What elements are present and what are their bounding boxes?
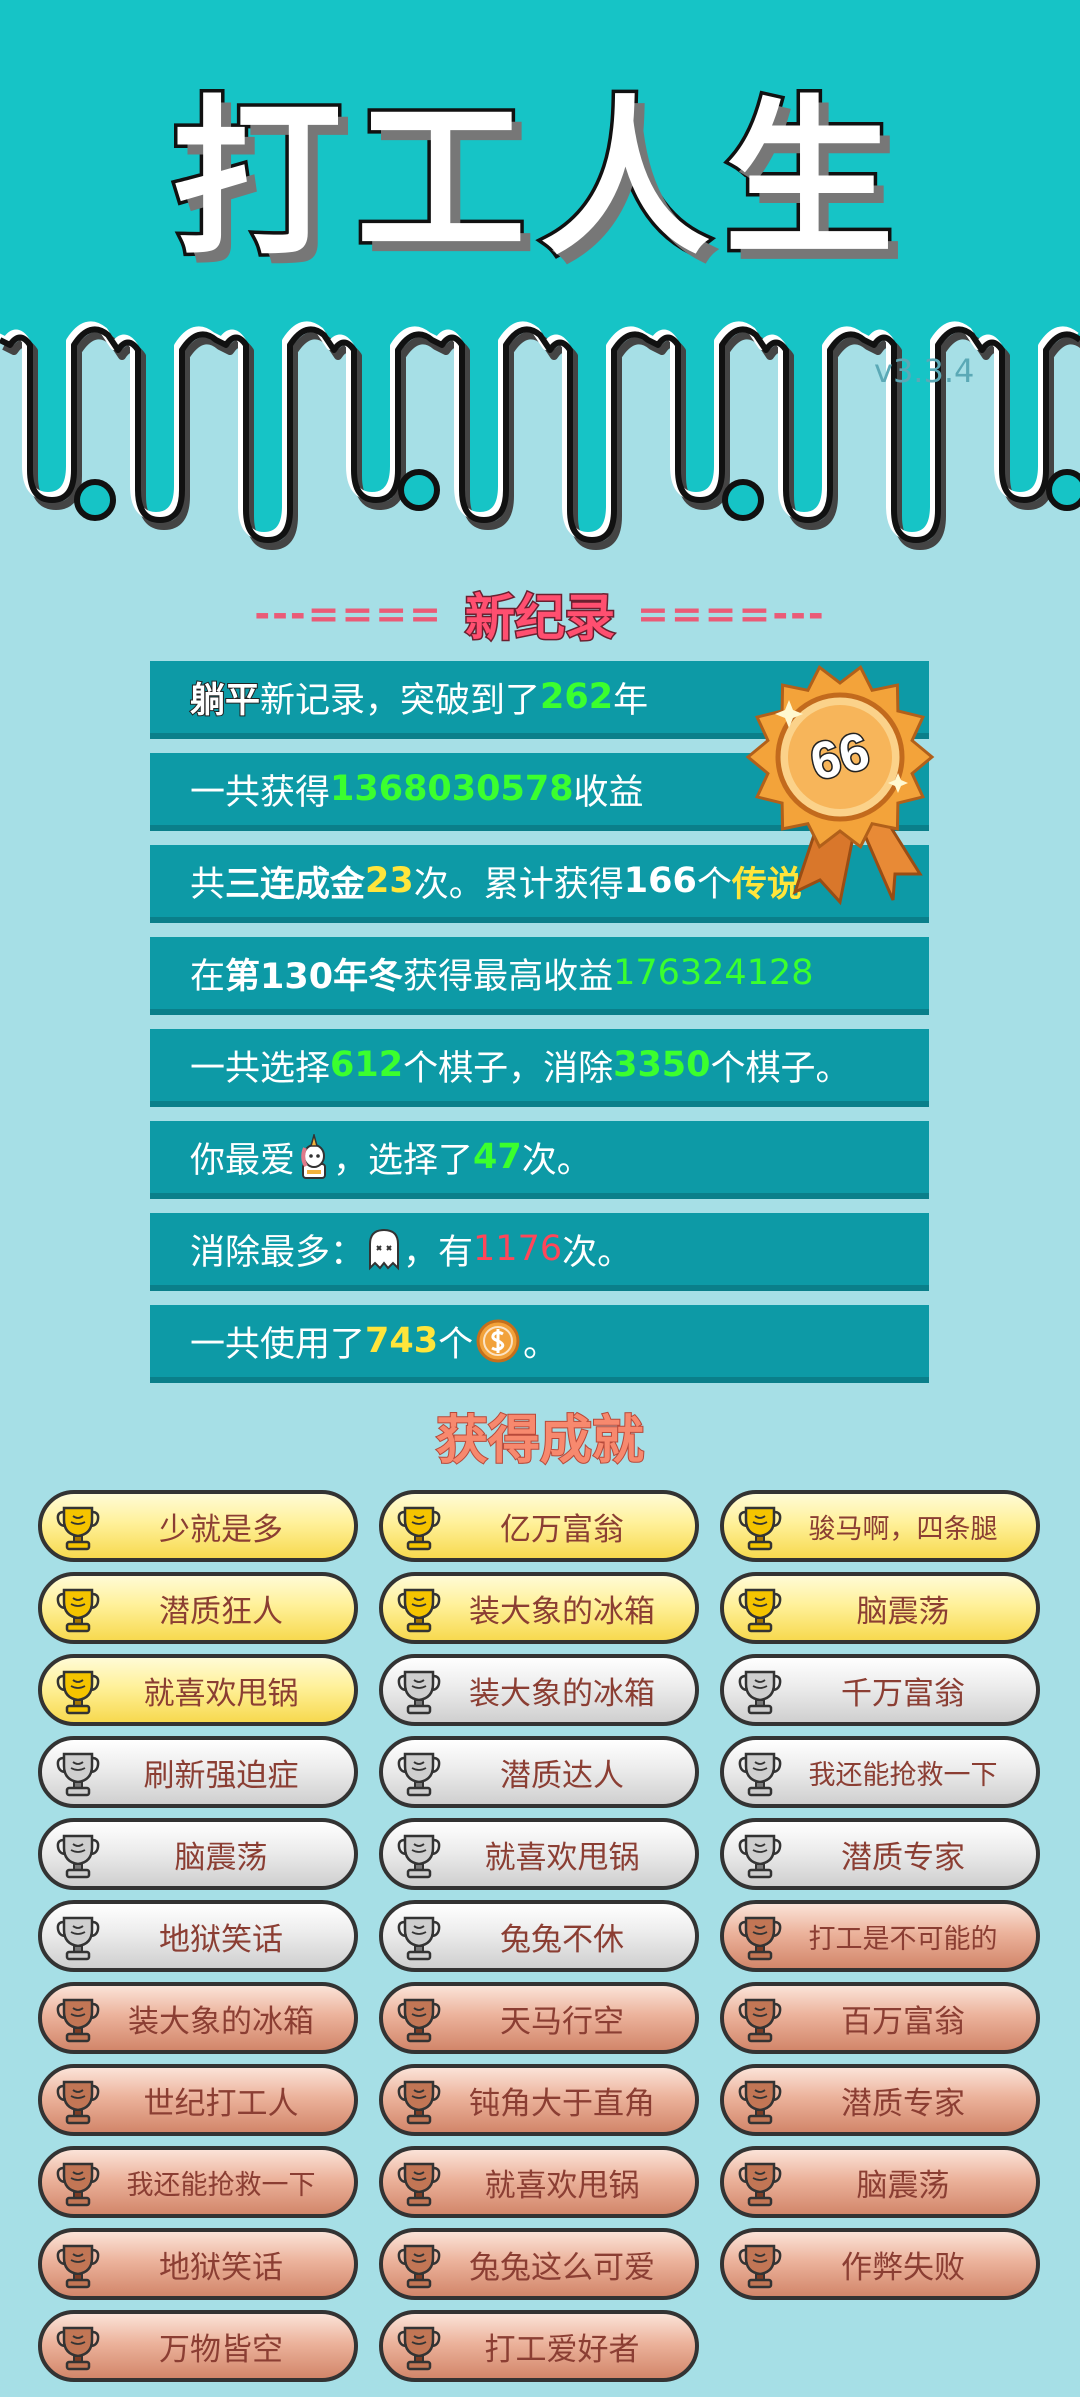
trophy-icon xyxy=(56,1916,100,1961)
trophy-icon xyxy=(738,1670,782,1715)
achievement-badge[interactable]: 刷新强迫症 xyxy=(38,1736,358,1808)
best-income-value: 176324128 xyxy=(613,953,814,993)
achievement-badge[interactable]: 我还能抢救一下 xyxy=(38,2146,358,2218)
achievement-badge[interactable]: 地狱笑话 xyxy=(38,2228,358,2300)
trophy-icon xyxy=(397,2244,441,2289)
trophy-icon xyxy=(56,2080,100,2125)
trophy-icon xyxy=(397,2080,441,2125)
trophy-icon xyxy=(397,2162,441,2207)
achievement-badge[interactable]: 就喜欢甩锅 xyxy=(379,2146,699,2218)
trophy-icon xyxy=(738,2162,782,2207)
trophy-icon xyxy=(56,1670,100,1715)
stat-row-coins-used: 一共使用了 743 个 。 xyxy=(150,1305,929,1383)
trophy-icon xyxy=(738,1834,782,1879)
ghost-icon xyxy=(369,1228,400,1271)
trophy-icon xyxy=(738,1506,782,1551)
coins-used-value: 743 xyxy=(365,1321,439,1361)
stat-row-pieces: 一共选择 612 个棋子，消除 3350 个棋子。 xyxy=(150,1029,929,1107)
trophy-icon xyxy=(738,2080,782,2125)
trophy-icon xyxy=(397,1506,441,1551)
trophy-icon xyxy=(397,1998,441,2043)
stat-row-favorite: 你最爱 ，选择了 47 次。 xyxy=(150,1121,929,1199)
achievement-badge[interactable]: 万物皆空 xyxy=(38,2310,358,2382)
drip-dot xyxy=(74,479,116,521)
achievement-badge[interactable]: 地狱笑话 xyxy=(38,1900,358,1972)
favorite-count-value: 47 xyxy=(473,1137,522,1177)
achievement-badge[interactable]: 脑震荡 xyxy=(38,1818,358,1890)
achievement-badge[interactable]: 打工爱好者 xyxy=(379,2310,699,2382)
version-label: v3.3.4 xyxy=(874,352,975,390)
mode-tag: 躺平 xyxy=(189,680,261,722)
achievement-badge[interactable]: 脑震荡 xyxy=(720,1572,1040,1644)
trophy-icon xyxy=(397,1588,441,1633)
game-title: 打工人生 xyxy=(168,81,908,279)
achievement-badge[interactable]: 脑震荡 xyxy=(720,2146,1040,2218)
trophy-icon xyxy=(738,1752,782,1797)
combo-count-value: 23 xyxy=(365,861,414,901)
drip-dot xyxy=(398,469,440,511)
coin-icon xyxy=(476,1319,520,1363)
achievement-badge[interactable]: 潜质专家 xyxy=(720,2064,1040,2136)
trophy-icon xyxy=(397,1752,441,1797)
trophy-icon xyxy=(397,1834,441,1879)
trophy-icon xyxy=(56,1506,100,1551)
achievement-badge[interactable]: 潜质专家 xyxy=(720,1818,1040,1890)
trophy-icon xyxy=(738,1916,782,1961)
drip-dot xyxy=(1046,469,1080,511)
banner-title: 新纪录 xyxy=(464,588,617,649)
stat-row-best-season: 在 第130年冬 获得最高收益 176324128 xyxy=(150,937,929,1015)
unicorn-icon xyxy=(301,1134,327,1179)
achievement-badge[interactable]: 装大象的冰箱 xyxy=(379,1572,699,1644)
trophy-icon xyxy=(56,2244,100,2289)
achievement-badge[interactable]: 潜质狂人 xyxy=(38,1572,358,1644)
best-season-value: 第130年冬 xyxy=(225,956,404,997)
achievement-badge[interactable]: 装大象的冰箱 xyxy=(38,1982,358,2054)
medal-icon: 66 xyxy=(745,665,935,906)
header-area: 打工人生 v3.3.4 xyxy=(0,0,1080,600)
trophy-icon xyxy=(397,1916,441,1961)
banner-left-dashes: ---==== xyxy=(254,592,443,636)
trophy-icon xyxy=(397,2326,441,2371)
achievements-grid: 少就是多 亿万富翁 骏马啊，四条腿 潜质狂人 装大象的冰箱 脑震荡 就喜欢甩锅 装大象的冰箱千… xyxy=(38,1490,1042,2392)
total-income-value: 1368030578 xyxy=(330,769,574,809)
new-record-banner: ---==== 新纪录 ====--- xyxy=(0,578,1080,650)
achievement-badge[interactable]: 钝角大于直角 xyxy=(379,2064,699,2136)
trophy-icon xyxy=(56,1834,100,1879)
achievement-badge[interactable]: 亿万富翁 xyxy=(379,1490,699,1562)
achievement-badge[interactable]: 天马行空 xyxy=(379,1982,699,2054)
achievement-badge[interactable]: 兔兔这么可爱 xyxy=(379,2228,699,2300)
trophy-icon xyxy=(56,1998,100,2043)
banner-right-dashes: ====--- xyxy=(637,592,826,636)
pieces-removed-value: 3350 xyxy=(613,1045,711,1085)
achievement-badge[interactable]: 骏马啊，四条腿 xyxy=(720,1490,1040,1562)
trophy-icon xyxy=(56,2326,100,2371)
record-year-value: 262 xyxy=(540,677,614,717)
stat-row-most-removed: 消除最多： ，有 1176 次。 xyxy=(150,1213,929,1291)
achievement-badge[interactable]: 潜质达人 xyxy=(379,1736,699,1808)
trophy-icon xyxy=(738,1588,782,1633)
achievements-title: 获得成就 xyxy=(435,1410,645,1472)
achievement-badge[interactable]: 世纪打工人 xyxy=(38,2064,358,2136)
achievement-badge[interactable]: 百万富翁 xyxy=(720,1982,1040,2054)
trophy-icon xyxy=(56,1588,100,1633)
legend-count-value: 166 xyxy=(623,861,697,901)
trophy-icon xyxy=(56,1752,100,1797)
achievement-badge[interactable]: 千万富翁 xyxy=(720,1654,1040,1726)
achievement-badge[interactable]: 我还能抢救一下 xyxy=(720,1736,1040,1808)
achievement-badge[interactable]: 兔兔不休 xyxy=(379,1900,699,1972)
achievement-badge[interactable]: 少就是多 xyxy=(38,1490,358,1562)
drip-dot xyxy=(722,479,764,521)
trophy-icon xyxy=(397,1670,441,1715)
achievement-badge[interactable]: 作弊失败 xyxy=(720,2228,1040,2300)
trophy-icon xyxy=(738,2244,782,2289)
most-removed-count-value: 1176 xyxy=(473,1229,563,1269)
achievement-badge[interactable]: 打工是不可能的 xyxy=(720,1900,1040,1972)
trophy-icon xyxy=(738,1998,782,2043)
achievement-badge[interactable]: 装大象的冰箱 xyxy=(379,1654,699,1726)
pieces-selected-value: 612 xyxy=(330,1045,404,1085)
achievement-badge[interactable]: 就喜欢甩锅 xyxy=(38,1654,358,1726)
achievement-badge[interactable]: 就喜欢甩锅 xyxy=(379,1818,699,1890)
trophy-icon xyxy=(56,2162,100,2207)
